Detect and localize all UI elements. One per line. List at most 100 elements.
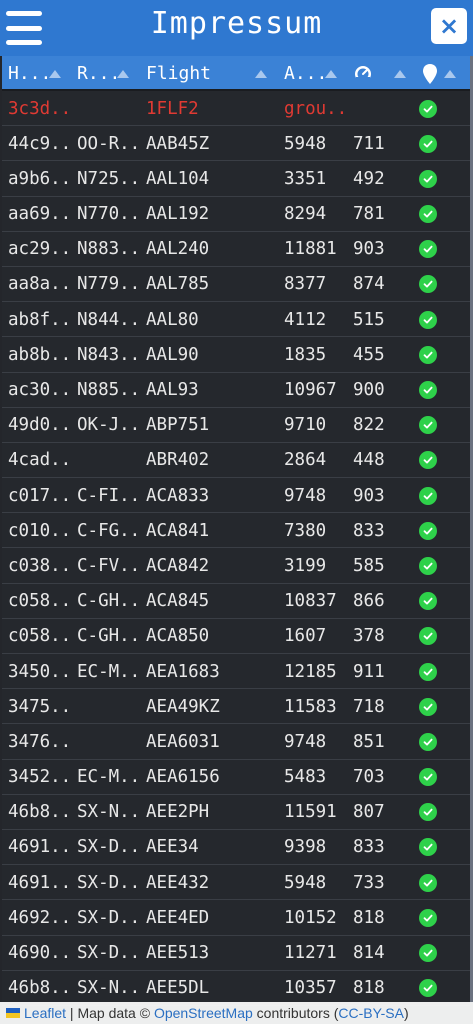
check-circle-icon [419, 697, 437, 716]
cell-registration [77, 443, 137, 478]
cell-altitude: 5483 [284, 767, 327, 788]
table-row[interactable]: c058... C-GH... ACA850 1607 378 [2, 618, 470, 654]
cell-altitude: 10357 [284, 978, 337, 999]
cell-position [419, 654, 441, 689]
cell-speed: 703 [353, 767, 385, 788]
cell-altitude: 5948 [284, 133, 327, 154]
cell-flight: AEA6031 [146, 731, 220, 752]
table-row[interactable]: 46b8... SX-N... AEE5DL 10357 818 [2, 970, 470, 1006]
table-row[interactable]: 3452... EC-M... AEA6156 5483 703 [2, 759, 470, 795]
table-row[interactable]: c038... C-FV... ACA842 3199 585 [2, 548, 470, 584]
license-link[interactable]: CC-BY-SA [338, 1005, 404, 1021]
table-row[interactable]: ab8f... N844... AAL80 4112 515 [2, 302, 470, 338]
table-row[interactable]: c010... C-FG... ACA841 7380 833 [2, 513, 470, 549]
check-circle-icon [419, 240, 437, 259]
cell-registration [77, 689, 137, 724]
cell-flight: AEE5DL [146, 978, 210, 999]
cell-altitude: 1607 [284, 626, 327, 647]
cell-position [419, 513, 441, 548]
column-header-speed[interactable] [353, 56, 373, 91]
cell-flight: ACA833 [146, 485, 210, 506]
table-row[interactable]: ab8b... N843... AAL90 1835 455 [2, 337, 470, 373]
sort-triangle-icon[interactable] [49, 70, 61, 78]
cell-registration: N885... [77, 380, 137, 400]
cell-hex: 3475... [8, 696, 70, 717]
table-row[interactable]: 3476... AEA6031 9748 851 [2, 724, 470, 760]
cell-flight: ACA845 [146, 591, 210, 612]
table-row[interactable]: 3c3d... 1FLF2 grou... [2, 91, 470, 127]
cell-flight: AEE4ED [146, 907, 210, 928]
table-row[interactable]: aa8a... N779... AAL785 8377 874 [2, 266, 470, 303]
openstreetmap-link[interactable]: OpenStreetMap [154, 1005, 253, 1021]
table-row[interactable]: 3475... AEA49KZ 11583 718 [2, 689, 470, 725]
leaflet-link[interactable]: Leaflet [24, 1005, 66, 1021]
check-circle-icon [419, 944, 437, 962]
column-header-altitude[interactable]: A... [284, 56, 327, 91]
cell-hex: ac30... [8, 380, 70, 400]
cell-altitude: 3351 [284, 168, 327, 189]
cell-registration: N725... [77, 168, 137, 189]
cell-altitude: 1835 [284, 344, 327, 365]
table-row[interactable]: 49d0... OK-J... ABP751 9710 822 [2, 407, 470, 443]
table-row[interactable]: ac30... N885... AAL93 10967 900 [2, 372, 470, 408]
cell-flight: AAL80 [146, 309, 199, 330]
column-label: A... [284, 63, 328, 84]
sort-triangle-icon[interactable] [394, 70, 406, 78]
table-row[interactable]: a9b6... N725... AAL104 3351 492 [2, 161, 470, 197]
cell-position [419, 936, 441, 971]
cell-altitude: 9748 [284, 731, 327, 752]
cell-registration: OO-R... [77, 133, 137, 154]
check-circle-icon [419, 134, 437, 153]
cell-speed: 814 [353, 943, 385, 963]
cell-hex: 46b8... [8, 978, 70, 999]
cell-hex: ab8b... [8, 344, 70, 365]
cell-flight: ABR402 [146, 450, 210, 471]
check-circle-icon [419, 873, 437, 892]
cell-registration: EC-M... [77, 661, 137, 682]
table-row[interactable]: ac29... N883... AAL240 11881 903 [2, 231, 470, 267]
check-circle-icon [419, 381, 437, 399]
cell-hex: a9b6... [8, 168, 70, 189]
cell-altitude: 9748 [284, 485, 327, 506]
sort-triangle-icon[interactable] [444, 70, 456, 78]
table-row[interactable]: 4691... SX-D... AEE432 5948 733 [2, 865, 470, 901]
column-label: H... [8, 63, 52, 84]
check-circle-icon [419, 451, 437, 470]
table-row[interactable]: 4692... SX-D... AEE4ED 10152 818 [2, 900, 470, 936]
column-header-registration[interactable]: R... [77, 56, 120, 91]
sort-triangle-icon[interactable] [117, 70, 129, 78]
cell-speed: 818 [353, 978, 385, 999]
column-header-flight[interactable]: Flight [146, 56, 211, 91]
cell-altitude: 8377 [284, 274, 327, 295]
cell-altitude: 4112 [284, 309, 327, 330]
cell-hex: 4cad... [8, 450, 70, 471]
table-row[interactable]: 46b8... SX-N... AEE2PH 11591 807 [2, 794, 470, 830]
check-circle-icon [419, 768, 437, 787]
cell-registration: N883... [77, 239, 137, 260]
sort-triangle-icon[interactable] [325, 70, 337, 78]
column-label: R... [77, 63, 121, 84]
cell-altitude: 11583 [284, 696, 337, 717]
table-row[interactable]: 44c9... OO-R... AAB45Z 5948 711 [2, 126, 470, 162]
sort-triangle-icon[interactable] [255, 70, 267, 78]
table-row[interactable]: 4cad... ABR402 2864 448 [2, 442, 470, 479]
table-row[interactable]: c017... C-FI... ACA833 9748 903 [2, 478, 470, 514]
close-icon[interactable]: × [431, 8, 467, 44]
table-row[interactable]: 4691... SX-D... AEE34 9398 833 [2, 829, 470, 866]
cell-position [419, 443, 441, 478]
column-header-position[interactable] [422, 56, 438, 91]
check-circle-icon [419, 345, 437, 364]
cell-speed: 718 [353, 696, 385, 717]
table-row[interactable]: aa69... N770... AAL192 8294 781 [2, 196, 470, 232]
cell-altitude: 9710 [284, 415, 327, 436]
table-row[interactable]: c058... C-GH... ACA845 10837 866 [2, 583, 470, 619]
table-row[interactable]: 4690... SX-D... AEE513 11271 814 [2, 935, 470, 971]
cell-registration: SX-N... [77, 978, 137, 999]
cell-speed: 818 [353, 907, 385, 928]
column-header-hex[interactable]: H... [8, 56, 51, 91]
cell-altitude: 10837 [284, 591, 337, 612]
cell-position [419, 619, 441, 654]
table-row[interactable]: 3450... EC-M... AEA1683 12185 911 [2, 654, 470, 690]
cell-altitude: 8294 [284, 204, 327, 225]
cell-hex: 4691... [8, 837, 70, 858]
